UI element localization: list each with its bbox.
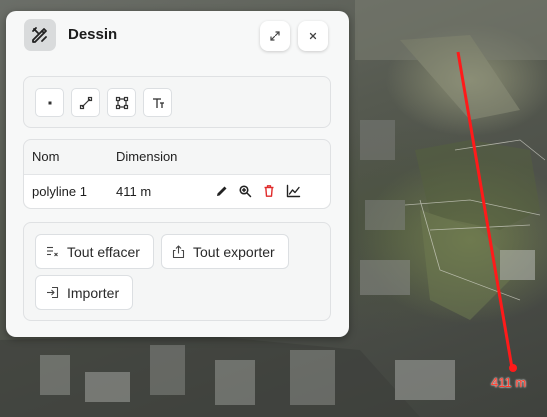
export-icon: [171, 244, 185, 259]
profile-chart-icon[interactable]: [285, 183, 301, 199]
column-header-dimension: Dimension: [116, 149, 178, 164]
draw-panel: Dessin Nom Dimension polyline 1 411 m To…: [6, 11, 349, 337]
text-tool[interactable]: [143, 88, 172, 117]
panel-header: Dessin: [6, 11, 349, 59]
drawings-table: Nom Dimension polyline 1 411 m: [23, 139, 331, 209]
row-name: polyline 1: [32, 184, 87, 199]
import-label: Importer: [67, 284, 120, 301]
measure-distance-label: 411 m: [491, 375, 527, 390]
clear-all-button[interactable]: Tout effacer: [35, 234, 154, 269]
tools-card: [23, 76, 331, 128]
clear-list-icon: [45, 245, 59, 259]
actions-card: Tout effacer Tout exporter Importer: [23, 222, 331, 321]
row-dimension: 411 m: [116, 184, 152, 199]
line-tool[interactable]: [71, 88, 100, 117]
polygon-icon: [115, 96, 128, 109]
import-button[interactable]: Importer: [35, 275, 133, 310]
panel-title: Dessin: [68, 26, 118, 43]
expand-button[interactable]: [260, 21, 290, 51]
draw-tools-icon: [24, 19, 56, 51]
delete-icon[interactable]: [261, 183, 277, 199]
table-row[interactable]: polyline 1 411 m: [24, 174, 330, 208]
close-button[interactable]: [298, 21, 328, 51]
zoom-icon[interactable]: [237, 183, 253, 199]
import-icon: [45, 286, 59, 300]
measure-endpoint: [509, 364, 517, 372]
export-all-button[interactable]: Tout exporter: [161, 234, 289, 269]
edit-icon[interactable]: [214, 183, 230, 199]
point-tool[interactable]: [35, 88, 64, 117]
line-icon: [79, 96, 92, 109]
text-icon: [152, 97, 164, 108]
column-header-nom: Nom: [32, 149, 60, 164]
expand-icon: [270, 31, 280, 41]
close-icon: [309, 32, 317, 40]
polygon-tool[interactable]: [107, 88, 136, 117]
export-all-label: Tout exporter: [193, 243, 275, 260]
point-icon: [48, 101, 51, 104]
clear-all-label: Tout effacer: [67, 243, 140, 260]
